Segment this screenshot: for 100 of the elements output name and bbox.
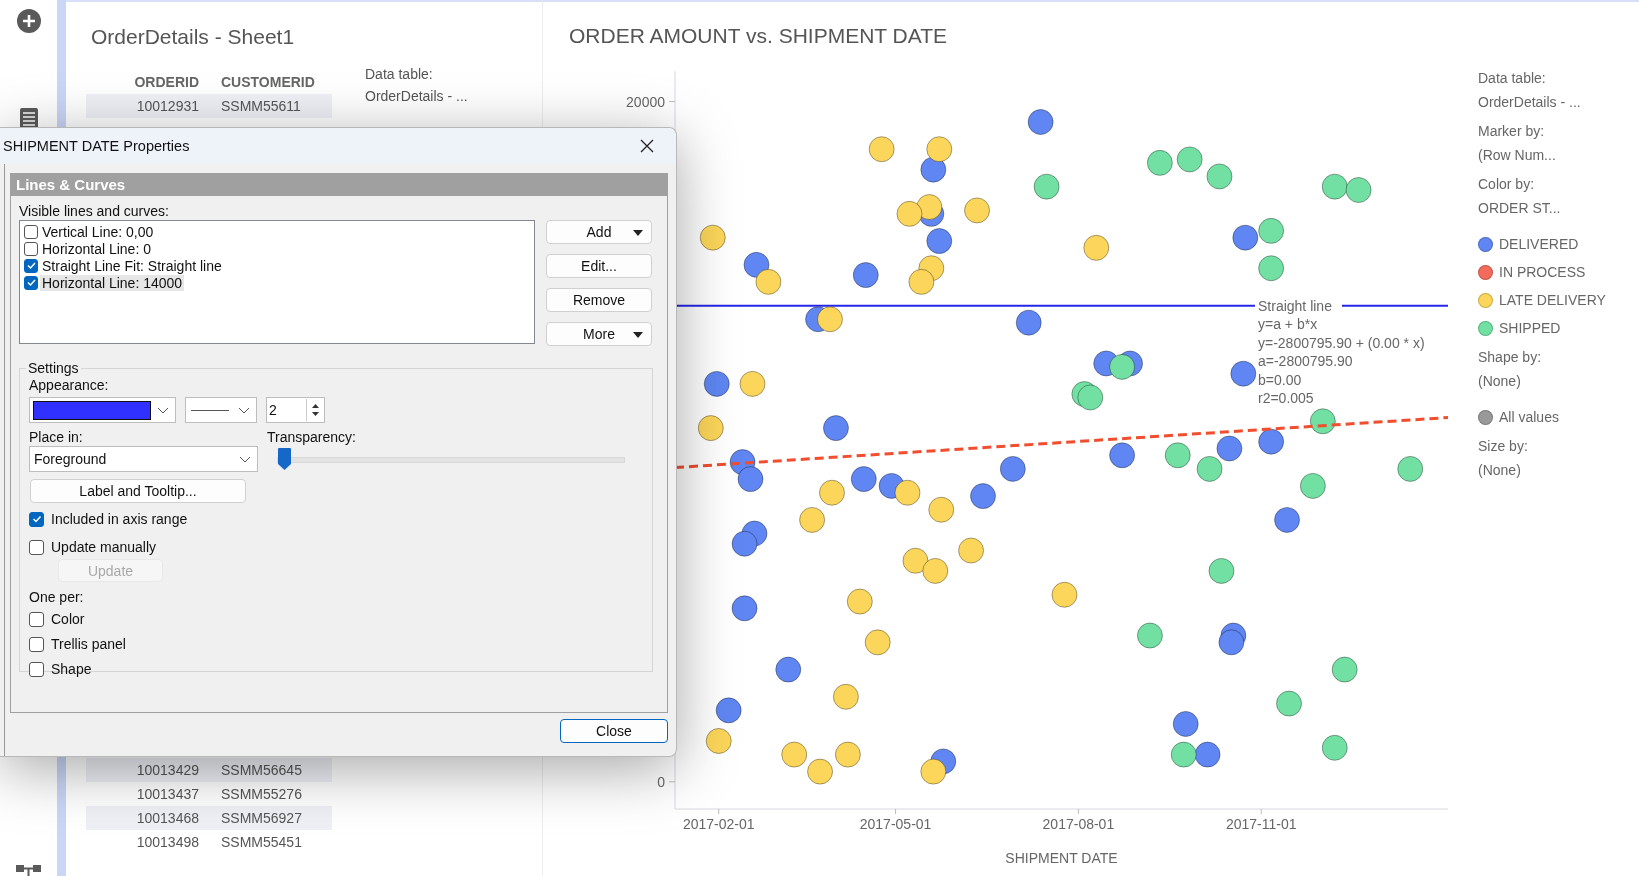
checkbox-label: Color — [51, 611, 85, 627]
list-item[interactable]: Straight Line Fit: Straight line — [40, 257, 224, 274]
fit-label: a=-2800795.90 — [1258, 353, 1353, 370]
table-cell-text: SSMM56927 — [220, 810, 302, 826]
x-tick-label: 2017-05-01 — [859, 816, 932, 832]
legend-label: Size by: — [1478, 437, 1529, 456]
column-header: ORDERID — [133, 74, 199, 90]
legend-item: LATE DELIVERY — [1499, 292, 1606, 308]
checkbox[interactable] — [24, 275, 38, 290]
checkbox[interactable] — [29, 661, 44, 677]
x-tick-label: 2017-11-01 — [1225, 816, 1297, 832]
table-cell-text: SSMM55611 — [220, 98, 301, 114]
section-header: Lines & Curves — [11, 174, 667, 196]
legend-value: (None) — [1478, 372, 1522, 391]
checkbox[interactable] — [24, 241, 38, 256]
checkbox-label: Update manually — [51, 539, 157, 555]
fit-label: r2=0.005 — [1258, 390, 1314, 407]
add-icon[interactable] — [16, 9, 41, 33]
fit-label: b=0.00 — [1258, 371, 1302, 388]
chevron-down-icon[interactable] — [239, 455, 251, 463]
checkbox-label: Trellis panel — [51, 636, 126, 652]
info-value: OrderDetails - ... — [365, 88, 468, 104]
checkmark-icon — [30, 513, 43, 525]
x-tick: 2017-11-01 — [1225, 808, 1297, 832]
chart-title: ORDER AMOUNT vs. SHIPMENT DATE — [568, 23, 949, 49]
checkbox[interactable] — [24, 224, 38, 239]
legend-value: (Row Num... — [1478, 146, 1557, 165]
legend-label: Marker by: — [1478, 122, 1546, 141]
checkmark-icon — [25, 277, 37, 288]
legend-item: IN PROCESS — [1499, 264, 1586, 280]
transparency-slider[interactable] — [277, 446, 625, 472]
place-dropdown[interactable]: Foreground — [29, 446, 258, 472]
side-button[interactable]: Add — [546, 220, 652, 244]
hierarchy-icon[interactable] — [15, 864, 42, 876]
info-label: Data table: — [365, 66, 434, 82]
field-label: Appearance: — [29, 376, 110, 394]
x-tick: 2017-05-01 — [859, 808, 932, 832]
x-axis-title: SHIPMENT DATE — [1005, 850, 1118, 866]
side-button[interactable]: More — [546, 322, 652, 346]
chevron-down-icon[interactable] — [157, 406, 169, 414]
chevron-down-icon[interactable] — [238, 406, 250, 414]
dialog-title: SHIPMENT DATE Properties — [3, 138, 190, 154]
checkbox[interactable] — [29, 611, 44, 627]
table-cell-text: 10013429 — [135, 762, 199, 778]
side-button[interactable]: Remove — [546, 288, 652, 312]
legend-item: SHIPPED — [1499, 320, 1561, 336]
legend-value: (None) — [1478, 461, 1522, 480]
lines-list[interactable]: Vertical Line: 0,00 Horizontal Line: 0 Straight Line Fit: Straight line Horizontal Line: 14000 — [19, 220, 535, 344]
checkbox-label: Shape — [51, 661, 92, 677]
checkbox[interactable] — [29, 636, 44, 652]
width-spinner[interactable]: 2 — [266, 397, 325, 423]
checkmark-icon — [25, 260, 37, 271]
color-dropdown[interactable] — [29, 397, 176, 423]
y-tick: 20000 — [626, 93, 676, 110]
x-tick-label: 2017-08-01 — [1042, 816, 1115, 832]
slider-thumb[interactable] — [277, 447, 292, 471]
y-tick-label: 20000 — [626, 93, 666, 110]
line-style-dropdown[interactable] — [185, 397, 257, 423]
x-tick: 2017-02-01 — [682, 808, 755, 832]
table-cell-text: SSMM55276 — [220, 786, 302, 802]
table-cell-text: 10013437 — [135, 786, 199, 802]
legend-label: Data table: — [1478, 69, 1547, 88]
legend-label: Color by: — [1478, 175, 1536, 194]
legend-value: ORDER ST... — [1478, 199, 1562, 218]
list-item[interactable]: Horizontal Line: 14000 — [40, 274, 185, 291]
group-title: Settings — [27, 360, 80, 376]
field-label: One per: — [29, 588, 85, 606]
side-button[interactable]: Edit... — [546, 254, 652, 278]
column-header: CUSTOMERID — [220, 74, 315, 90]
fit-label: y=a + b*x — [1258, 316, 1318, 333]
y-tick: 0 — [657, 773, 676, 790]
close-button[interactable]: Close — [560, 719, 668, 743]
close-icon[interactable] — [640, 139, 654, 153]
table-cell-text: 10013498 — [135, 834, 199, 850]
fit-label: Straight line — [1258, 297, 1332, 314]
table-cell-text: SSMM56645 — [220, 762, 302, 778]
caret-icon[interactable] — [633, 332, 643, 338]
checkbox[interactable] — [29, 539, 44, 555]
table-cell-text: SSMM55451 — [220, 834, 302, 850]
table-cell-text: 10013468 — [135, 810, 199, 826]
fit-label: y=-2800795.90 + (0.00 * x) — [1258, 334, 1425, 351]
panel-title: OrderDetails - Sheet1 — [90, 24, 296, 50]
checkbox[interactable] — [24, 258, 38, 273]
legend-label: Shape by: — [1478, 348, 1543, 367]
legend-item: DELIVERED — [1499, 236, 1579, 252]
checkbox-label: Included in axis range — [51, 511, 188, 527]
caret-icon[interactable] — [633, 230, 643, 236]
list-item[interactable]: Vertical Line: 0,00 — [40, 223, 156, 240]
legend-value: OrderDetails - ... — [1478, 93, 1582, 112]
list-label: Visible lines and curves: — [19, 202, 170, 220]
label-tooltip-button[interactable]: Label and Tooltip... — [30, 479, 246, 503]
x-tick-label: 2017-02-01 — [682, 816, 755, 832]
field-label: Place in: — [29, 428, 84, 446]
x-tick: 2017-08-01 — [1042, 808, 1115, 832]
field-label: Transparency: — [267, 428, 357, 446]
list-item[interactable]: Horizontal Line: 0 — [40, 240, 153, 257]
legend-item: All values — [1499, 409, 1559, 425]
table-cell-text: 10012931 — [135, 98, 199, 114]
y-tick-label: 0 — [657, 773, 666, 790]
checkbox[interactable] — [29, 511, 44, 527]
